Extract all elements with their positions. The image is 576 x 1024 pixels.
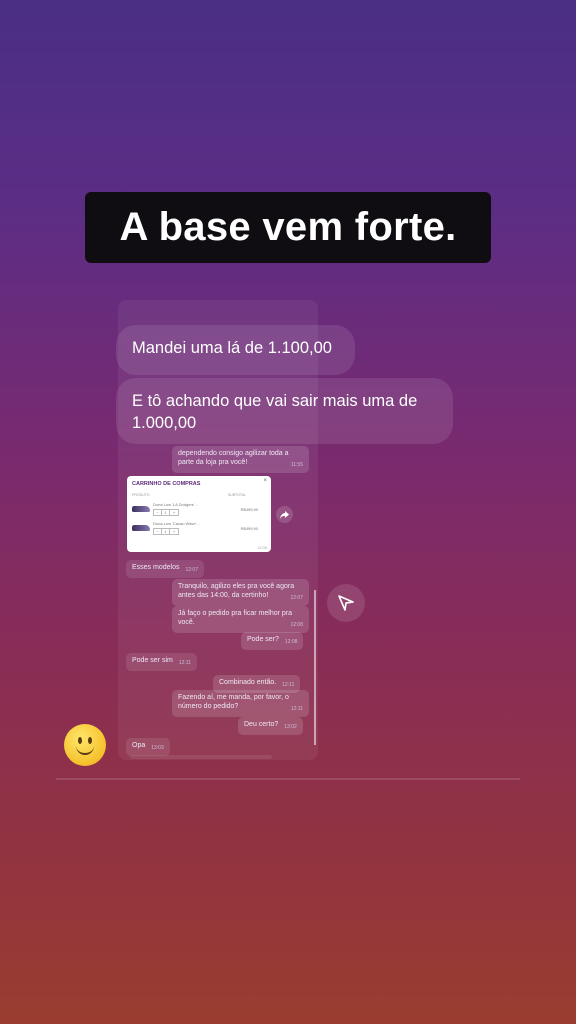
chat-message: Opa 13:03 — [126, 738, 170, 756]
large-message-2: E tô achando que vai sair mais uma de 1.… — [116, 378, 453, 444]
chat-message: dependendo consigo agilizar toda a parte… — [172, 446, 309, 473]
chat-message: Pode ser sim 12:11 — [126, 653, 198, 671]
divider — [56, 778, 520, 780]
cart-item: Duna Low 'Cacau Wave'... −1 + R$499,90 — [132, 521, 266, 535]
story-caption: A base vem forte. — [119, 205, 457, 249]
cart-header: PRODUTO SUBTOTAL — [132, 493, 246, 497]
cart-title: CARRINHO DE COMPRAS — [132, 481, 201, 487]
chat-message: Tranquilo, agilizo eles pra você agora a… — [172, 579, 309, 606]
story-caption-box: A base vem forte. — [85, 192, 491, 263]
cropped-message — [130, 755, 272, 759]
smiley-emoji-icon[interactable] — [64, 724, 106, 766]
chat-message: Fazendo aí, me manda, por favor, o númer… — [172, 690, 309, 717]
sneaker-icon — [132, 525, 150, 531]
close-icon[interactable]: × — [263, 478, 267, 484]
chat-message: Esses modelos 12:07 — [126, 560, 204, 578]
chat-message: Já faço o pedido pra ficar melhor pra vo… — [172, 606, 309, 633]
sneaker-icon — [132, 506, 150, 512]
scrollbar[interactable] — [314, 590, 316, 745]
chat-message: Deu certo? 13:02 — [238, 717, 303, 735]
quantity-stepper[interactable]: −1 + — [153, 528, 179, 535]
chat-message: Pode ser? 12:08 — [241, 632, 304, 650]
large-message-1: Mandei uma lá de 1.100,00 — [116, 325, 355, 375]
cart-item: Duna Low 'LA Dodgers' .. −1 + R$499,90 — [132, 502, 266, 516]
send-icon[interactable] — [327, 584, 365, 622]
quantity-stepper[interactable]: −1 + — [153, 509, 179, 516]
shopping-cart-card[interactable]: × CARRINHO DE COMPRAS PRODUTO SUBTOTAL D… — [127, 476, 271, 552]
share-icon[interactable] — [276, 506, 293, 523]
